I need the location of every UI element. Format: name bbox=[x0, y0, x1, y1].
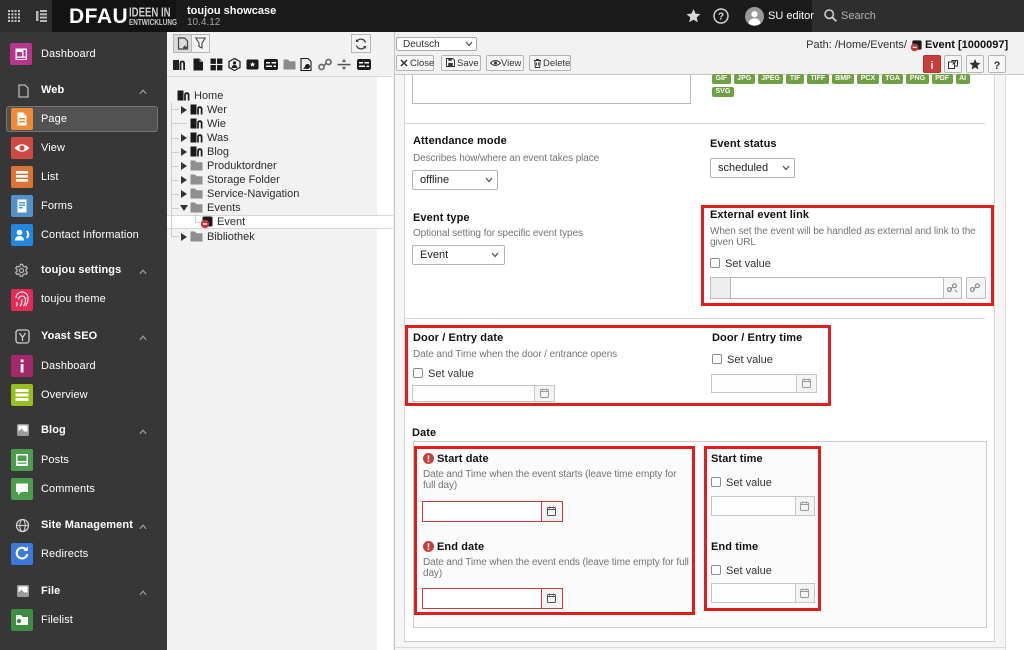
svg-text:?: ? bbox=[718, 12, 724, 23]
